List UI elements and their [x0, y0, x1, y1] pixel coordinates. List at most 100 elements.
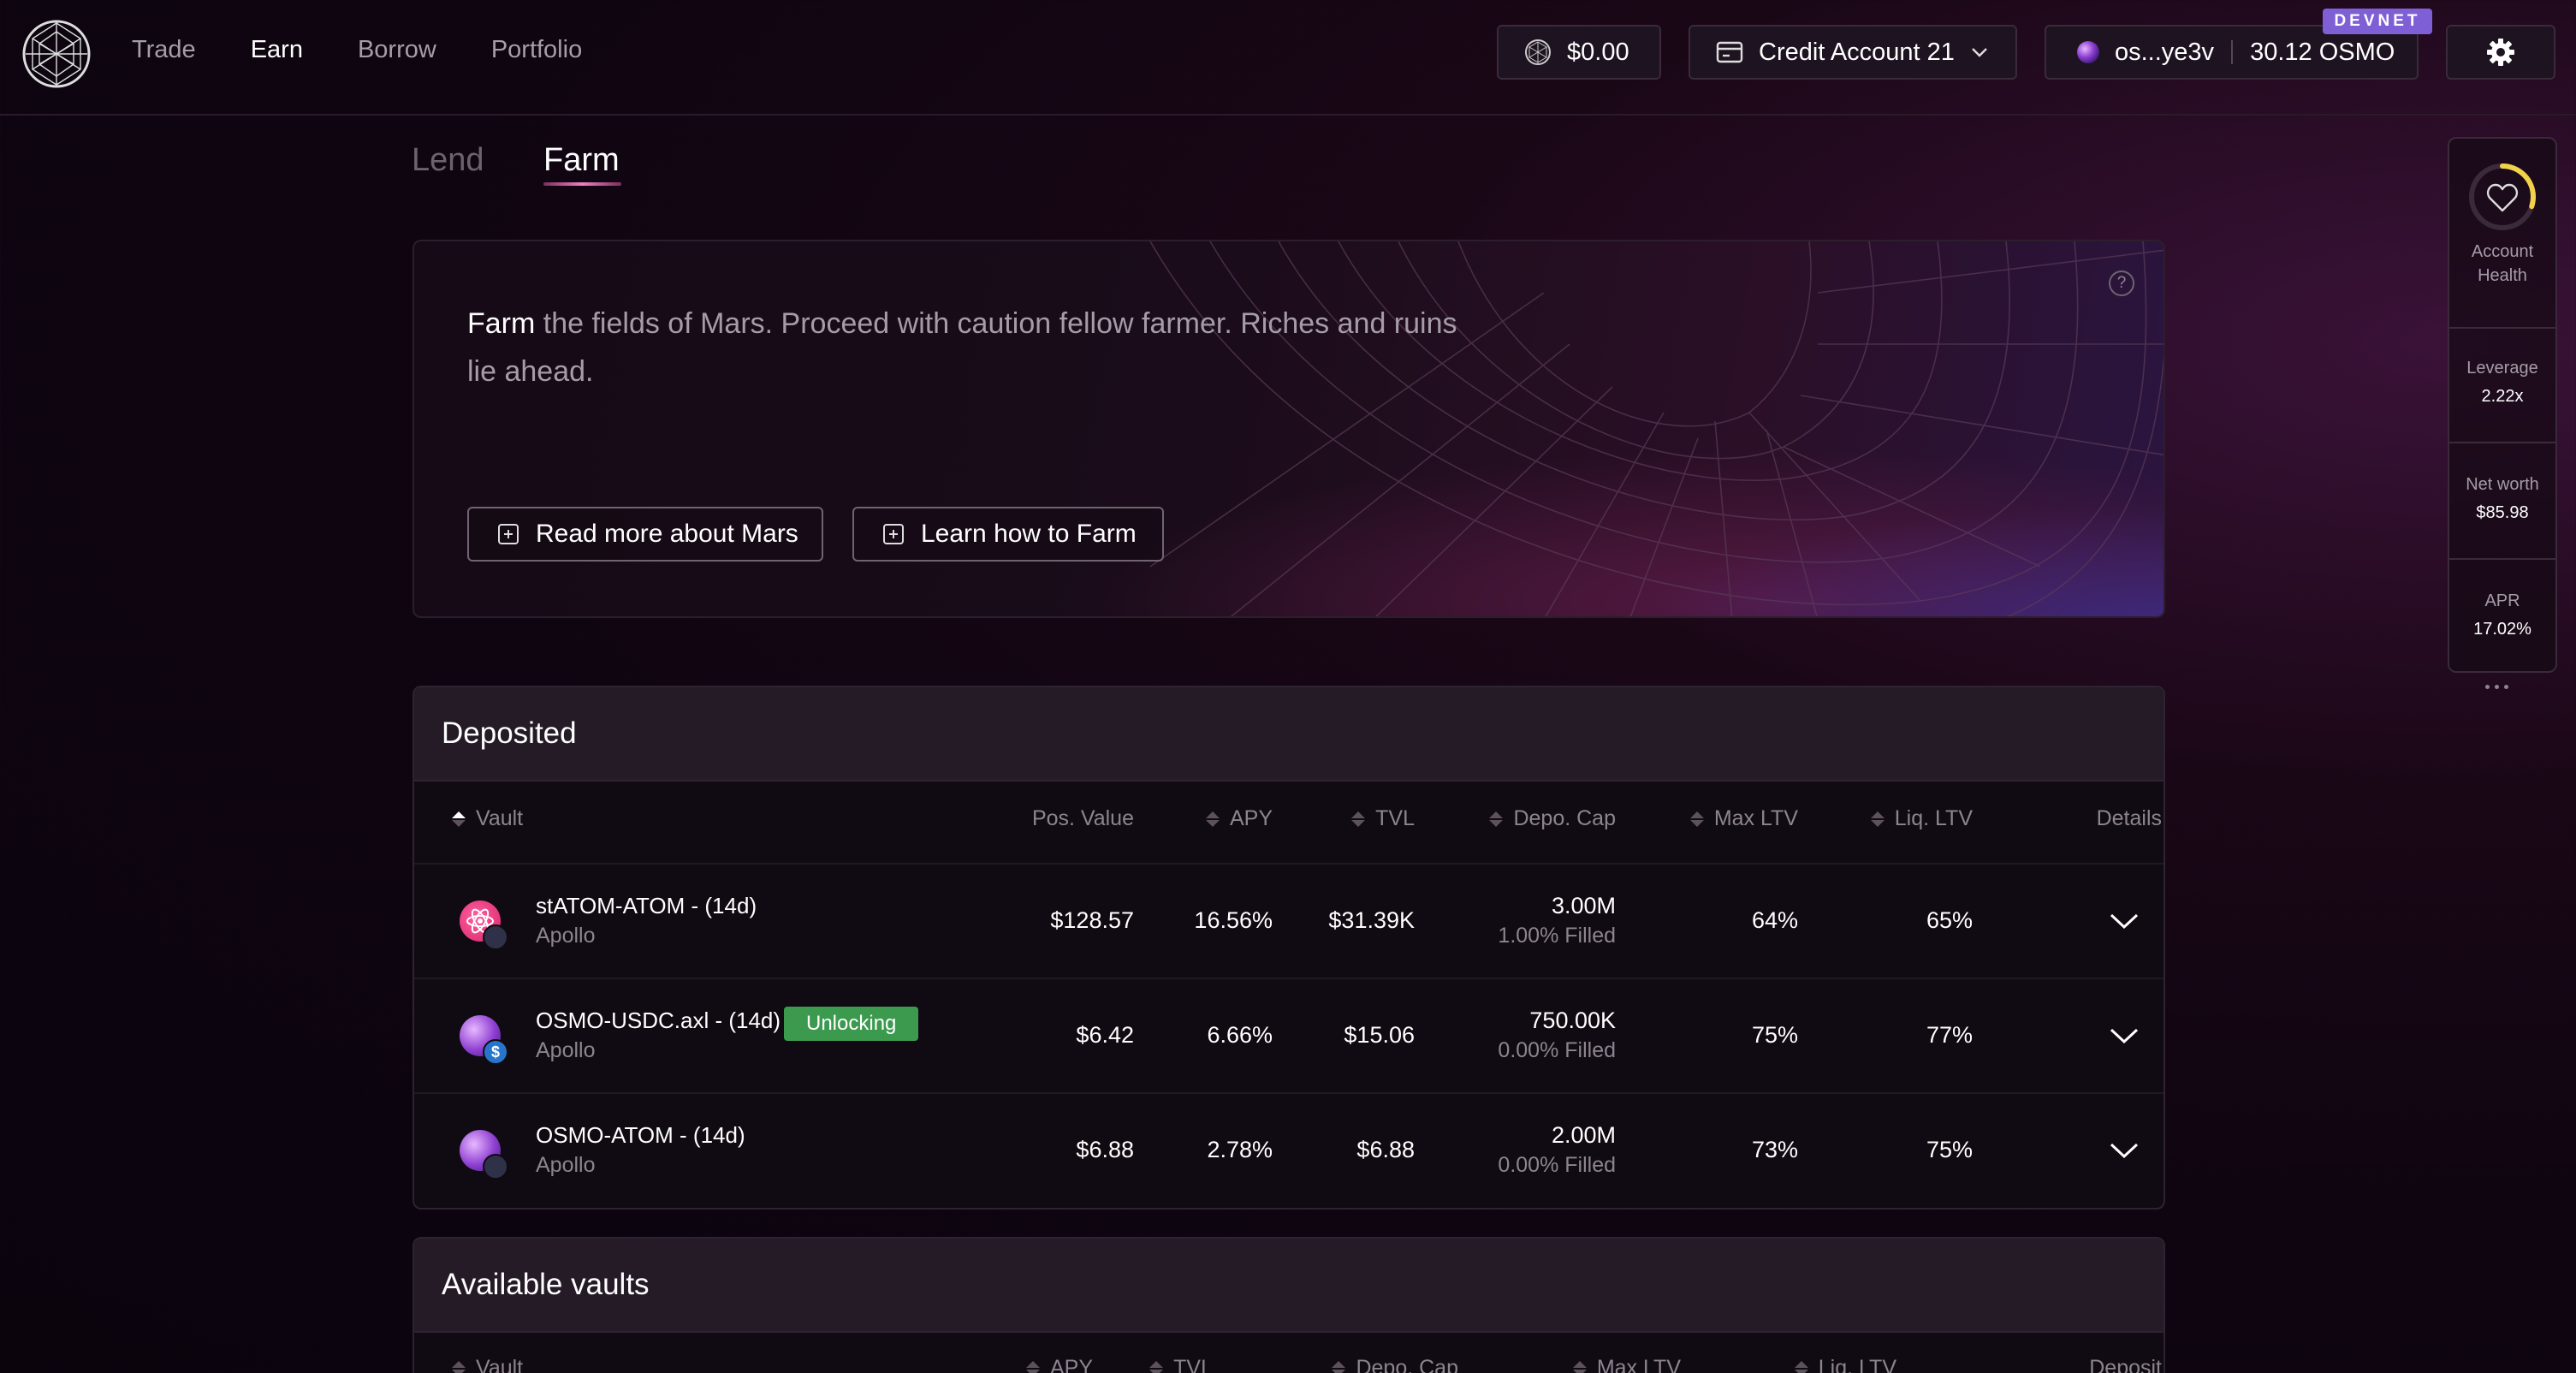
col-apy[interactable]: APY	[1025, 1356, 1093, 1373]
row-divider	[414, 978, 2163, 979]
col-tvl-label: TVL	[1173, 1356, 1213, 1373]
networth-label: Net worth	[2466, 475, 2539, 494]
col-tvl[interactable]: TVL	[1351, 806, 1415, 831]
apy-value: 6.66%	[1207, 1022, 1273, 1048]
deposited-title: Deposited	[414, 687, 2163, 782]
sort-icon	[1205, 811, 1220, 827]
col-pos-value[interactable]: Pos. Value	[1032, 806, 1134, 831]
sort-icon	[1025, 1360, 1040, 1373]
sort-icon	[1351, 811, 1366, 827]
col-depo-cap[interactable]: Depo. Cap	[1489, 806, 1616, 831]
col-apy-label: APY	[1229, 806, 1273, 830]
wallet-address: os...ye3v	[2115, 38, 2215, 66]
help-icon[interactable]: ?	[2109, 270, 2134, 296]
balance-button[interactable]: $0.00	[1497, 25, 1661, 80]
col-max-ltv[interactable]: Max LTV	[1689, 806, 1798, 831]
sort-icon	[1489, 811, 1504, 827]
wireframe-background	[414, 241, 2163, 616]
wallet-balance: 30.12 OSMO	[2250, 38, 2395, 66]
mars-coin-icon	[1525, 39, 1551, 65]
row-divider	[414, 1092, 2163, 1094]
col-vault-label: Vault	[476, 806, 524, 830]
sidebar-divider	[2449, 442, 2555, 443]
chevron-down-icon[interactable]	[2109, 1027, 2140, 1044]
vault-name: OSMO-USDC.axl - (14d)	[536, 1007, 781, 1033]
intro-description: Farm the fields of Mars. Proceed with ca…	[467, 300, 1460, 395]
networth-value: $85.98	[2476, 503, 2529, 522]
plus-square-icon	[498, 524, 519, 544]
depo-cap-value: 2.00M	[1551, 1122, 1616, 1148]
intro-highlight: Farm	[467, 307, 536, 340]
col-deposit-label: Deposit	[2089, 1356, 2162, 1373]
sort-icon	[1572, 1360, 1587, 1373]
row-divider	[414, 863, 2163, 865]
usdc-small-icon: $	[483, 1039, 508, 1065]
account-health-label: Account Health	[2471, 242, 2534, 285]
col-max-ltv[interactable]: Max LTV	[1572, 1356, 1681, 1373]
vault-name: OSMO-ATOM - (14d)	[536, 1122, 745, 1148]
pos-value: $6.42	[1076, 1022, 1134, 1048]
main-nav: Trade Earn Borrow Portfolio	[132, 36, 582, 64]
tab-lend[interactable]: Lend	[412, 142, 484, 179]
col-vault-label: Vault	[476, 1356, 524, 1373]
health-gauge-icon	[2469, 163, 2536, 230]
col-liq-ltv[interactable]: Liq. LTV	[1870, 806, 1973, 831]
vault-provider: Apollo	[536, 924, 596, 948]
tab-farm[interactable]: Farm	[543, 142, 620, 179]
balance-value: $0.00	[1567, 38, 1629, 66]
nav-earn[interactable]: Earn	[251, 36, 303, 64]
account-health: Account Health	[2449, 161, 2555, 288]
col-vault[interactable]: Vault	[452, 806, 523, 831]
col-max-ltv-label: Max LTV	[1713, 806, 1798, 830]
atom-small-icon	[483, 924, 508, 950]
nav-borrow[interactable]: Borrow	[358, 36, 436, 64]
nav-portfolio[interactable]: Portfolio	[491, 36, 582, 64]
vault-provider: Apollo	[536, 1038, 596, 1062]
sidebar-divider	[2449, 558, 2555, 560]
mars-logo-icon[interactable]	[21, 18, 92, 90]
liq-ltv-value: 65%	[1926, 907, 1973, 933]
wallet-card-icon	[1716, 41, 1743, 63]
col-deposit: Deposit	[2089, 1356, 2162, 1373]
col-pos-value-label: Pos. Value	[1031, 806, 1134, 830]
wallet-divider	[2231, 40, 2234, 64]
chevron-down-icon[interactable]	[2109, 1142, 2140, 1159]
col-depo-cap[interactable]: Depo. Cap	[1332, 1356, 1458, 1373]
chevron-down-icon[interactable]	[2109, 912, 2140, 930]
learn-farm-button[interactable]: Learn how to Farm	[852, 507, 1164, 562]
pos-value: $128.57	[1050, 907, 1134, 933]
max-ltv-value: 64%	[1751, 907, 1798, 933]
sort-icon	[1794, 1360, 1808, 1373]
depo-cap-filled: 0.00% Filled	[1498, 1038, 1616, 1062]
nav-trade[interactable]: Trade	[132, 36, 196, 64]
unlocking-badge: Unlocking	[784, 1007, 919, 1041]
col-details-label: Details	[2096, 806, 2162, 830]
depo-cap-value: 3.00M	[1551, 893, 1616, 918]
col-vault[interactable]: Vault	[452, 1356, 523, 1373]
depo-cap-filled: 0.00% Filled	[1498, 1153, 1616, 1177]
col-depo-cap-label: Depo. Cap	[1356, 1356, 1458, 1373]
liq-ltv-value: 75%	[1926, 1137, 1973, 1162]
leverage-label: Leverage	[2466, 359, 2538, 377]
devnet-badge: DEVNET	[2323, 9, 2432, 34]
sort-icon	[1332, 1360, 1346, 1373]
col-liq-ltv-label: Liq. LTV	[1818, 1356, 1896, 1373]
col-max-ltv-label: Max LTV	[1596, 1356, 1681, 1373]
gear-icon	[2487, 39, 2514, 66]
col-tvl[interactable]: TVL	[1149, 1356, 1213, 1373]
top-header: Trade Earn Borrow Portfolio $0.00 Credit…	[0, 0, 2576, 116]
pos-value: $6.88	[1076, 1137, 1134, 1162]
col-apy[interactable]: APY	[1205, 806, 1273, 831]
credit-account-dropdown[interactable]: Credit Account 21	[1689, 25, 2017, 80]
networth-section: Net worth $85.98	[2449, 473, 2555, 523]
max-ltv-value: 75%	[1751, 1022, 1798, 1048]
col-apy-label: APY	[1049, 1356, 1093, 1373]
sort-icon	[1870, 811, 1885, 827]
settings-button[interactable]	[2446, 25, 2555, 80]
col-liq-ltv[interactable]: Liq. LTV	[1794, 1356, 1896, 1373]
account-summary-sidebar[interactable]: Account Health Leverage 2.22x Net worth …	[2448, 137, 2557, 673]
more-options-icon[interactable]	[2485, 685, 2516, 693]
read-more-button[interactable]: Read more about Mars	[467, 507, 823, 562]
sidebar-divider	[2449, 327, 2555, 329]
available-title: Available vaults	[414, 1239, 2163, 1333]
